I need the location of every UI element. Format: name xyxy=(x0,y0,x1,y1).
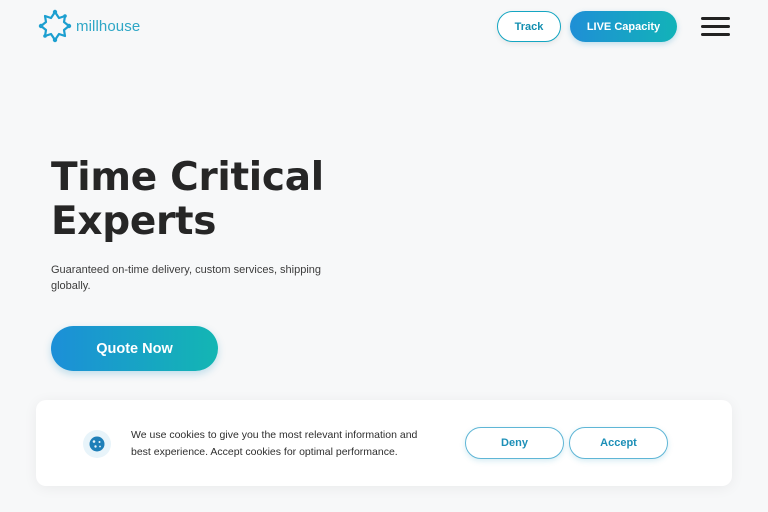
brand-name: millhouse xyxy=(76,17,141,35)
site-header: millhouse Track LIVE Capacity xyxy=(0,0,768,54)
quote-now-button[interactable]: Quote Now xyxy=(51,326,218,371)
hamburger-menu-icon[interactable] xyxy=(701,15,730,37)
menu-bar xyxy=(701,25,730,28)
menu-bar xyxy=(701,33,730,36)
deny-cookies-button[interactable]: Deny xyxy=(465,427,564,459)
cookie-banner: We use cookies to give you the most rele… xyxy=(36,400,732,486)
hero-subtitle: Guaranteed on-time delivery, custom serv… xyxy=(51,264,322,292)
hero-title-line-2: Experts xyxy=(51,199,217,244)
live-capacity-button[interactable]: LIVE Capacity xyxy=(570,11,677,42)
track-button[interactable]: Track xyxy=(497,11,561,42)
hero-title-line-1: Time Critical xyxy=(51,155,324,200)
page: millhouse Track LIVE Capacity Time Criti… xyxy=(0,0,768,512)
cookie-message: We use cookies to give you the most rele… xyxy=(131,429,418,458)
menu-bar xyxy=(701,17,730,20)
brand-logo[interactable]: millhouse xyxy=(38,9,140,43)
hero-title: Time Critical Experts xyxy=(51,156,351,244)
cookie-icon xyxy=(83,430,111,458)
accept-cookies-button[interactable]: Accept xyxy=(569,427,668,459)
flower-logo-icon xyxy=(38,9,72,43)
